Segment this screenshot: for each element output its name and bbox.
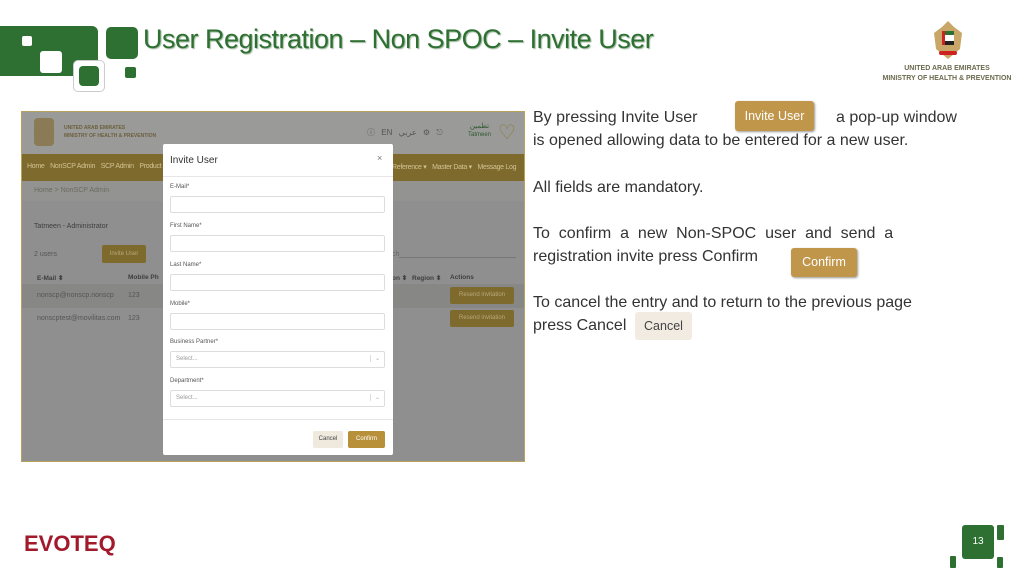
help-icon[interactable]: ⓘ: [367, 128, 375, 137]
app-screenshot: UNITED ARAB EMIRATES MINISTRY OF HEALTH …: [21, 111, 525, 462]
user-count: 2 users: [34, 251, 57, 258]
desc-p3-b: registration invite press Confirm: [533, 248, 758, 265]
email-label: E-Mail*: [170, 184, 190, 190]
slide-title: User Registration – Non SPOC – Invite Us…: [143, 24, 654, 54]
select-placeholder: Select...: [176, 356, 198, 362]
decorative-squares-logo: [0, 26, 150, 92]
chevron-down-icon: ⌄: [369, 394, 380, 401]
cancel-button[interactable]: Cancel: [313, 431, 343, 448]
last-name-label: Last Name*: [170, 262, 202, 268]
col-email[interactable]: E-Mail ⬍: [37, 274, 63, 282]
select-placeholder: Select...: [176, 395, 198, 401]
tatmeen-heart-icon: ♡: [498, 122, 516, 144]
nav-nonscp-admin[interactable]: NonSCP Admin: [50, 163, 95, 170]
first-name-label: First Name*: [170, 223, 202, 229]
desc-p2: All fields are mandatory.: [533, 179, 704, 196]
settings-icon[interactable]: ⚙: [423, 128, 430, 137]
resend-invitation-button[interactable]: Resend invitation: [450, 287, 514, 304]
department-label: Department*: [170, 378, 204, 384]
app-emblem-icon: [34, 118, 54, 146]
invite-user-modal: Invite User × E-Mail* First Name* Last N…: [163, 144, 393, 455]
desc-p1-text-a: By pressing Invite User: [533, 109, 698, 126]
chevron-down-icon: ⌄: [369, 355, 380, 362]
breadcrumb-current: NonSCP Admin: [60, 187, 110, 194]
nav-message-log[interactable]: Message Log: [477, 164, 516, 171]
lang-ar[interactable]: عربي: [399, 128, 417, 137]
cancel-button-sample: Cancel: [635, 312, 692, 340]
app-ministry-line-1: UNITED ARAB EMIRATES: [64, 125, 126, 131]
resend-invitation-button[interactable]: Resend invitation: [450, 310, 514, 327]
mobile-label: Mobile*: [170, 301, 191, 307]
evoteq-logo: EVOTEQ: [24, 531, 116, 556]
last-name-field[interactable]: [170, 274, 385, 291]
nav-reference[interactable]: Reference ▾: [392, 164, 427, 171]
panel-title: Tatmeen - Administrator: [34, 223, 108, 230]
page-number-badge: 13: [950, 525, 1019, 570]
col-organization[interactable]: on ⬍: [392, 274, 407, 282]
page-number: 13: [972, 536, 984, 547]
invite-user-button-sample: Invite User: [735, 101, 814, 131]
brand-en: Tatmeen: [468, 132, 492, 138]
ministry-line-1: UNITED ARAB EMIRATES: [904, 65, 990, 72]
col-mobile[interactable]: Mobile Ph: [128, 274, 159, 281]
department-select[interactable]: Select... ⌄: [170, 390, 385, 407]
breadcrumb-sep: >: [54, 187, 59, 194]
email-field[interactable]: [170, 196, 385, 213]
desc-p1-text-b: a pop-up window: [836, 109, 957, 126]
col-actions: Actions: [450, 274, 474, 281]
nav-scp-admin[interactable]: SCP Admin: [101, 163, 134, 170]
desc-p4-b: press Cancel: [533, 317, 627, 334]
confirm-button-sample: Confirm: [791, 248, 857, 277]
uae-emblem-icon: [931, 19, 965, 61]
ministry-line-2: MINISTRY OF HEALTH & PREVENTION: [882, 75, 1012, 82]
app-ministry-line-2: MINISTRY OF HEALTH & PREVENTION: [64, 133, 157, 139]
breadcrumb-home[interactable]: Home: [34, 187, 53, 194]
brand-ar: تطمين: [469, 123, 490, 130]
lang-en[interactable]: EN: [381, 128, 392, 137]
desc-p4-a: To cancel the entry and to return to the…: [533, 294, 912, 311]
row-email: nonscp@nonscp.nonscp: [37, 292, 114, 299]
business-partner-label: Business Partner*: [170, 339, 219, 345]
nav-home[interactable]: Home: [27, 163, 45, 170]
close-icon[interactable]: ×: [377, 153, 382, 163]
logout-icon[interactable]: ⎋: [436, 128, 442, 137]
row-mobile: 123: [128, 315, 140, 322]
row-email: nonscptest@movilitas.com: [37, 315, 121, 322]
invite-user-button[interactable]: Invite User: [102, 245, 146, 263]
desc-p3-a: To confirm a new Non-SPOC user and send …: [533, 225, 894, 242]
row-mobile: 123: [128, 292, 140, 299]
ministry-name: UNITED ARAB EMIRATES MINISTRY OF HEALTH …: [872, 64, 1022, 84]
desc-p1-text-c: is opened allowing data to be entered fo…: [533, 132, 909, 149]
mobile-field[interactable]: [170, 313, 385, 330]
confirm-button[interactable]: Confirm: [348, 431, 385, 448]
modal-title: Invite User: [170, 155, 218, 166]
col-region[interactable]: Region ⬍: [412, 274, 441, 282]
business-partner-select[interactable]: Select... ⌄: [170, 351, 385, 368]
first-name-field[interactable]: [170, 235, 385, 252]
nav-master-data[interactable]: Master Data ▾: [432, 164, 472, 171]
